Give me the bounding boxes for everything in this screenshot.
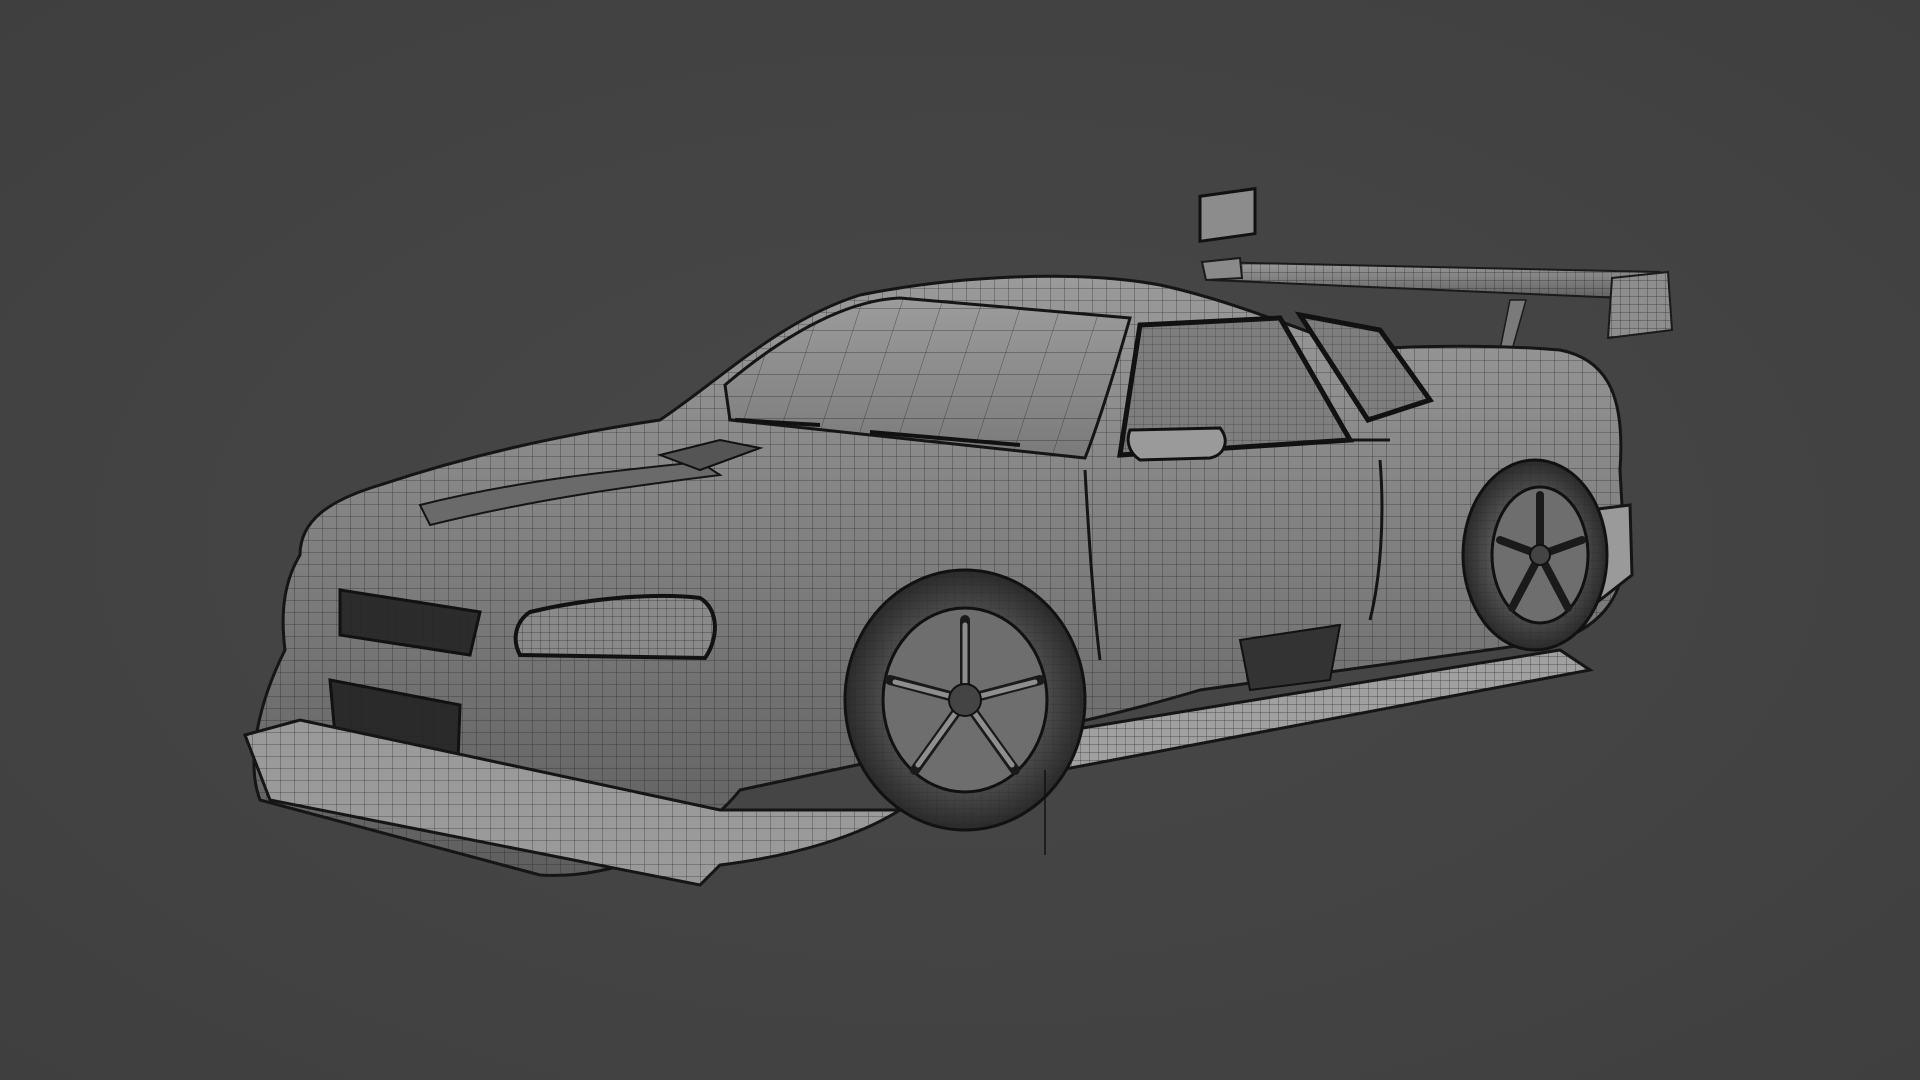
side-mirror [1126, 426, 1227, 462]
side-windows [1117, 186, 1435, 458]
front-wheel [843, 568, 1087, 832]
3d-viewport[interactable] [0, 0, 1920, 1080]
rear-wheel [1461, 458, 1609, 652]
car-wireframe-model [243, 186, 1674, 887]
